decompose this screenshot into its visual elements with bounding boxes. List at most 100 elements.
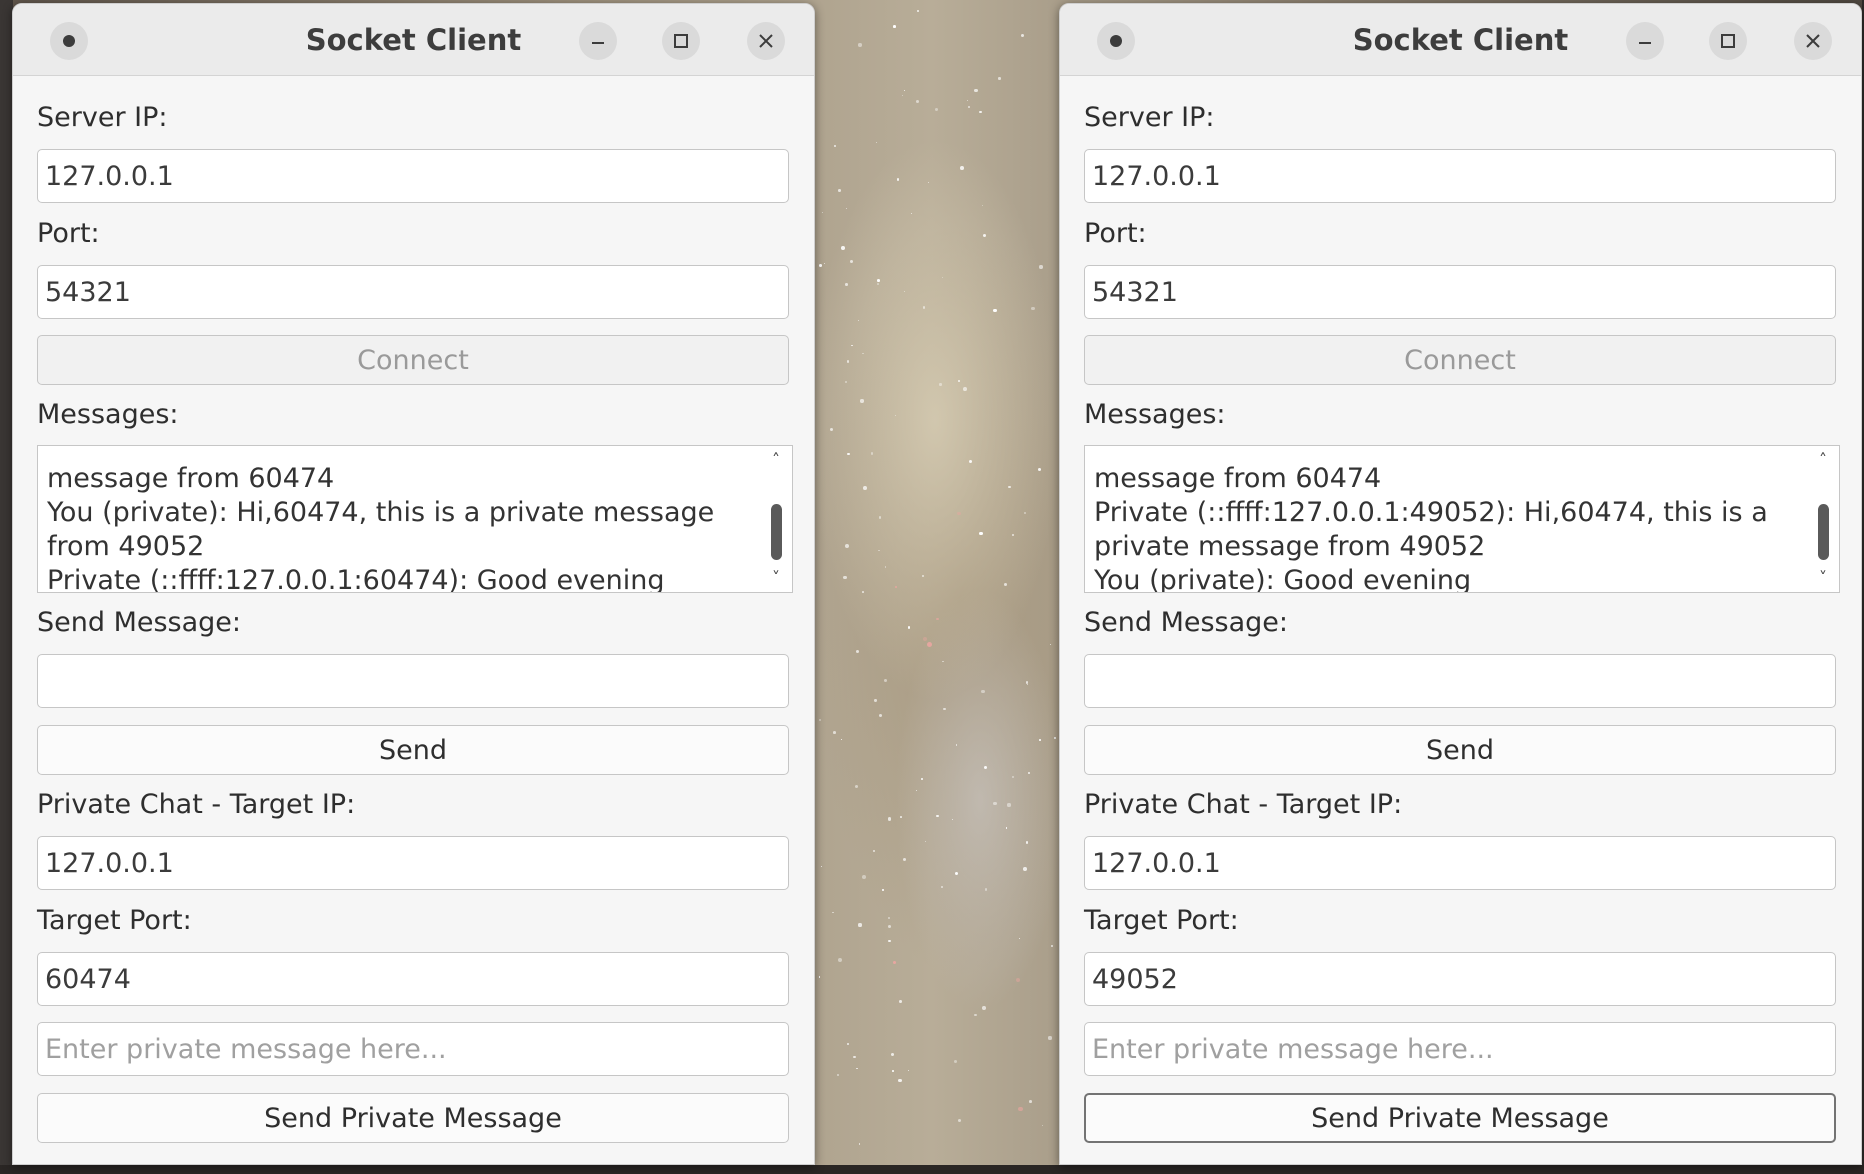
scrollbar-thumb[interactable]	[1818, 504, 1829, 560]
message-line: private message from 49052	[1094, 531, 1486, 562]
wallpaper-star	[1023, 511, 1026, 515]
wallpaper-star	[818, 263, 822, 267]
wallpaper-star	[861, 875, 866, 880]
close-button[interactable]	[1794, 22, 1832, 60]
wallpaper-star	[1028, 772, 1031, 775]
close-button[interactable]	[747, 22, 785, 60]
minimize-button[interactable]	[1626, 22, 1664, 60]
target-ip-input[interactable]	[37, 836, 789, 890]
wallpaper-star	[860, 399, 864, 403]
messages-label: Messages:	[1084, 399, 1226, 430]
wallpaper-star	[1026, 841, 1029, 844]
wallpaper-star	[1039, 739, 1042, 741]
message-line: You (private): Hi,60474, this is a priva…	[47, 497, 715, 528]
scroll-up-icon[interactable]: ˄	[766, 450, 786, 470]
wallpaper-star	[823, 262, 825, 264]
wallpaper-star	[862, 591, 864, 593]
minimize-button[interactable]	[579, 22, 617, 60]
maximize-icon	[1721, 34, 1735, 48]
scroll-down-icon[interactable]: ˅	[1813, 568, 1833, 588]
wallpaper-star	[1015, 978, 1020, 983]
messages-area[interactable]: message from 60474 You (private): Hi,604…	[37, 445, 793, 593]
wallpaper-star	[981, 690, 985, 694]
wallpaper-star	[982, 1006, 987, 1010]
private-message-input[interactable]	[37, 1022, 789, 1076]
send-private-message-button[interactable]: Send Private Message	[1084, 1093, 1836, 1143]
port-label: Port:	[37, 218, 100, 249]
message-line-clipped	[47, 446, 752, 462]
close-icon	[1806, 34, 1820, 48]
wallpaper-star	[993, 309, 997, 313]
server-ip-input[interactable]	[37, 149, 789, 203]
wallpaper-star	[901, 94, 904, 97]
target-port-input[interactable]	[37, 952, 789, 1006]
wallpaper-star	[974, 88, 978, 93]
target-port-input[interactable]	[1084, 952, 1836, 1006]
wallpaper-star	[959, 166, 964, 171]
wallpaper-star	[952, 818, 954, 820]
server-ip-input[interactable]	[1084, 149, 1836, 203]
wallpaper-star	[831, 911, 834, 914]
wallpaper-star	[818, 976, 821, 978]
wallpaper-star	[903, 290, 906, 293]
send-message-label: Send Message:	[37, 607, 242, 638]
wallpaper-star	[1005, 827, 1008, 829]
target-ip-input[interactable]	[1084, 836, 1836, 890]
wallpaper-star	[1038, 468, 1042, 472]
wallpaper-star	[907, 1070, 910, 1072]
port-input[interactable]	[37, 265, 789, 319]
wallpaper-star	[968, 106, 971, 109]
wallpaper-star	[925, 840, 927, 842]
titlebar[interactable]: Socket Client	[13, 4, 814, 76]
wallpaper-star	[846, 360, 850, 364]
titlebar[interactable]: Socket Client	[1060, 4, 1861, 76]
maximize-button[interactable]	[1709, 22, 1747, 60]
wallpaper-star	[1012, 533, 1015, 536]
wallpaper-star	[942, 660, 944, 663]
wallpaper-star	[1022, 866, 1027, 871]
send-button[interactable]: Send	[1084, 725, 1836, 775]
wallpaper-star	[936, 815, 939, 818]
wallpaper-star	[943, 707, 947, 711]
wallpaper-star	[841, 246, 845, 251]
target-port-label: Target Port:	[37, 905, 192, 936]
wallpaper-star	[878, 549, 880, 552]
wallpaper-star	[845, 283, 849, 286]
scrollbar-thumb[interactable]	[771, 504, 782, 560]
message-line: message from 60474	[1094, 463, 1382, 494]
wallpaper-star	[821, 865, 823, 868]
connect-button[interactable]: Connect	[1084, 335, 1836, 385]
server-ip-label: Server IP:	[1084, 102, 1215, 133]
wallpaper-star	[822, 211, 824, 213]
messages-list: message from 60474 You (private): Hi,604…	[47, 446, 752, 593]
wallpaper-star	[845, 207, 848, 210]
wallpaper-star	[882, 889, 884, 891]
maximize-icon	[674, 34, 688, 48]
maximize-button[interactable]	[662, 22, 700, 60]
wallpaper-star	[888, 939, 891, 943]
send-button[interactable]: Send	[37, 725, 789, 775]
send-message-input[interactable]	[1084, 654, 1836, 708]
send-message-input[interactable]	[37, 654, 789, 708]
port-input[interactable]	[1084, 265, 1836, 319]
scroll-up-icon[interactable]: ˄	[1813, 450, 1833, 470]
wallpaper-star	[982, 233, 987, 237]
wallpaper-star	[922, 306, 925, 309]
wallpaper-star	[916, 789, 918, 792]
wallpaper-star	[890, 1052, 894, 1057]
wallpaper-star	[844, 380, 847, 383]
wallpaper-star	[1017, 1106, 1023, 1112]
messages-area[interactable]: message from 60474 Private (::ffff:127.0…	[1084, 445, 1840, 593]
private-message-input[interactable]	[1084, 1022, 1836, 1076]
connect-button[interactable]: Connect	[37, 335, 789, 385]
message-line: Private (::ffff:127.0.0.1:49052): Hi,604…	[1094, 497, 1768, 528]
minimize-icon	[1639, 42, 1651, 44]
wallpaper-star	[1004, 582, 1008, 586]
scroll-down-icon[interactable]: ˅	[766, 568, 786, 588]
message-line: Private (::ffff:127.0.0.1:60474): Good e…	[47, 565, 665, 593]
wallpaper-star	[928, 181, 930, 183]
send-private-message-button[interactable]: Send Private Message	[37, 1093, 789, 1143]
wallpaper-star	[855, 1067, 858, 1070]
wallpaper-star	[1031, 306, 1035, 311]
wallpaper-star	[833, 144, 837, 148]
